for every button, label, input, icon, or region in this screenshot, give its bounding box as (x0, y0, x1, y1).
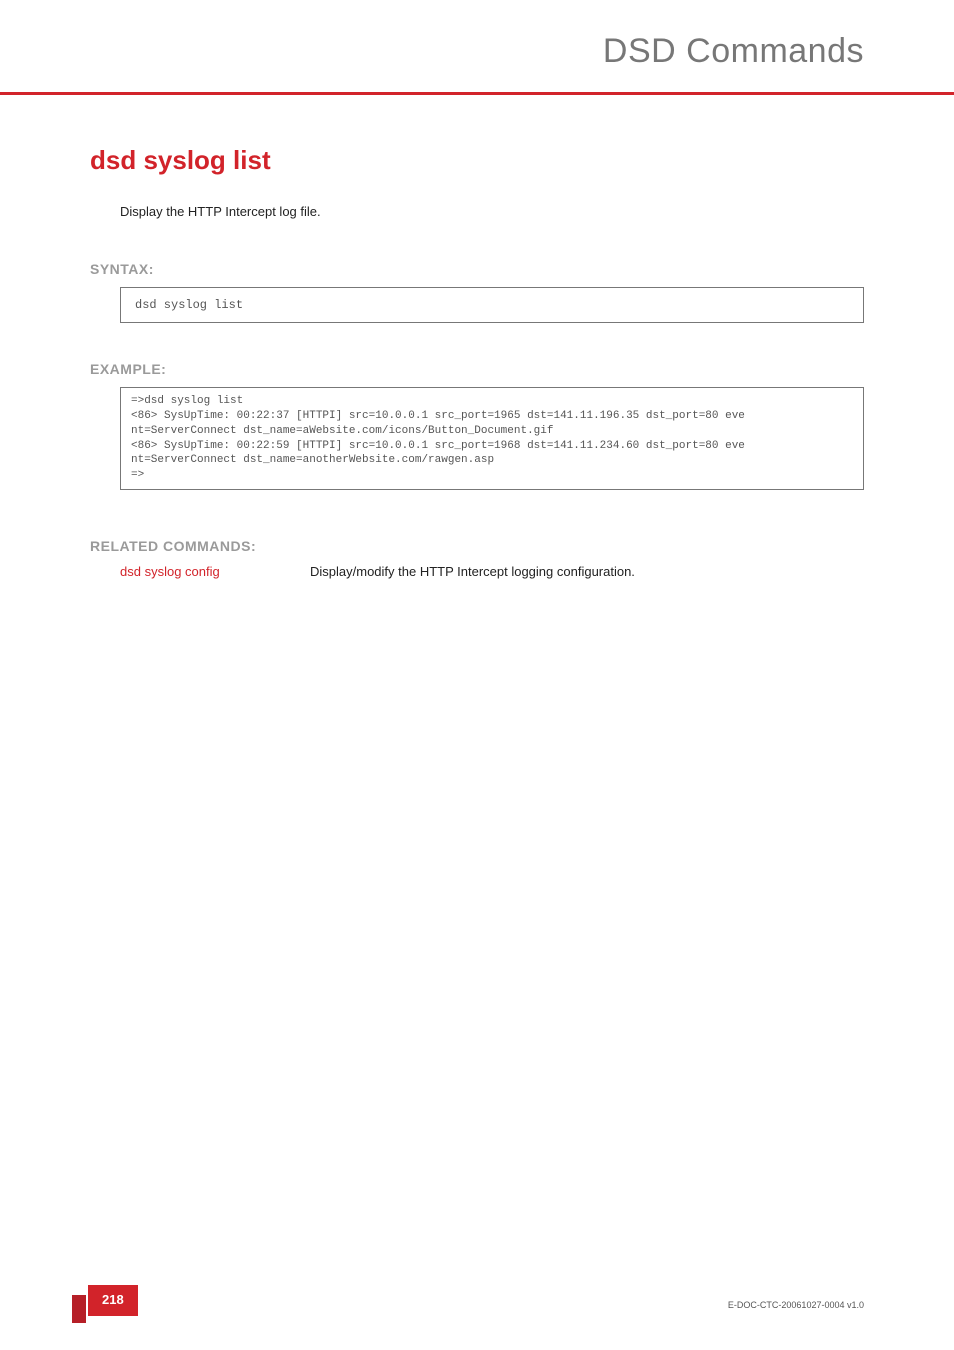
related-command-name: dsd syslog config (120, 564, 250, 579)
header-title: DSD Commands (603, 32, 864, 71)
related-label: RELATED COMMANDS: (90, 538, 864, 554)
example-label: EXAMPLE: (90, 361, 864, 377)
related-row: dsd syslog config Display/modify the HTT… (120, 564, 864, 579)
example-code: =>dsd syslog list <86> SysUpTime: 00:22:… (120, 387, 864, 490)
page-root: DSD Commands dsd syslog list Display the… (0, 0, 954, 1350)
footer-doc-id: E-DOC-CTC-20061027-0004 v1.0 (728, 1300, 864, 1310)
command-heading: dsd syslog list (90, 145, 864, 176)
page-content: dsd syslog list Display the HTTP Interce… (0, 95, 954, 579)
related-command-desc: Display/modify the HTTP Intercept loggin… (310, 564, 635, 579)
syntax-label: SYNTAX: (90, 261, 864, 277)
page-footer: 218 E-DOC-CTC-20061027-0004 v1.0 (0, 1286, 954, 1316)
page-number-badge: 218 (88, 1285, 138, 1316)
page-header: DSD Commands (0, 0, 954, 95)
command-description: Display the HTTP Intercept log file. (120, 204, 864, 219)
syntax-code: dsd syslog list (120, 287, 864, 323)
